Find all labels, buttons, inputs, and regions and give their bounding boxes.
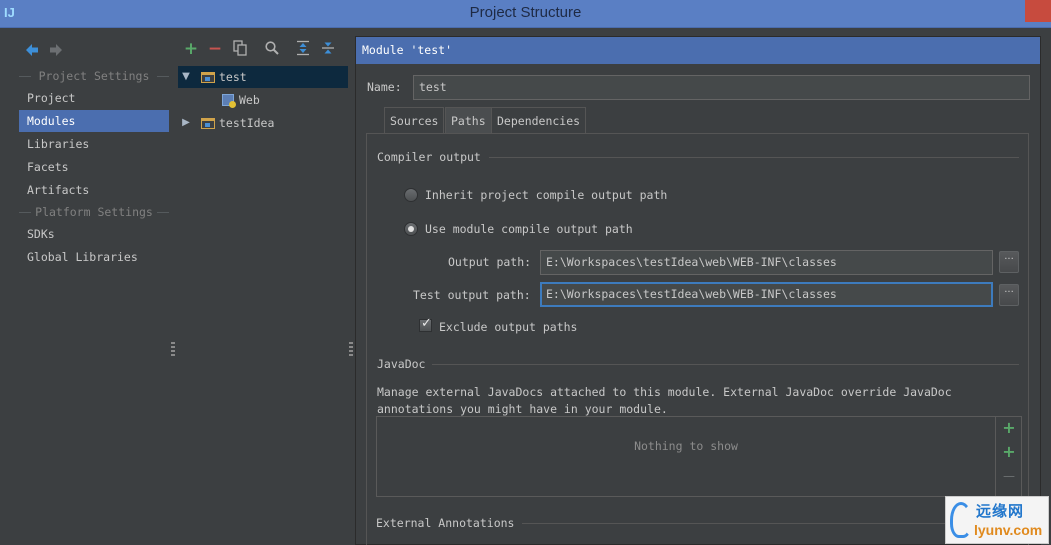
splitter-handle[interactable] (171, 342, 175, 356)
sidebar-item-modules[interactable]: Modules (19, 110, 169, 132)
add-icon[interactable]: + (182, 40, 200, 58)
splitter-handle[interactable] (349, 342, 353, 356)
platform-settings-separator: Platform Settings (19, 205, 169, 219)
javadoc-list-toolbar: + + — (995, 417, 1021, 496)
javadoc-description-line1: Manage external JavaDocs attached to thi… (377, 385, 952, 399)
module-folder-icon (201, 72, 215, 83)
collapse-arrow-icon[interactable]: ▶ (180, 112, 192, 134)
tree-node-web[interactable]: Web (178, 89, 348, 111)
group-divider (432, 364, 1019, 365)
module-tree-panel: + − ▼ test Web ▶ testIdea (178, 34, 348, 545)
sidebar-item-facets[interactable]: Facets (19, 156, 169, 178)
javadoc-list[interactable]: Nothing to show + + — (376, 416, 1022, 497)
module-folder-icon (201, 118, 215, 129)
arrow-right-icon[interactable] (48, 42, 64, 58)
remove-javadoc-icon[interactable]: — (1001, 468, 1017, 484)
use-module-output-radio[interactable] (404, 222, 418, 236)
project-settings-separator: Project Settings (19, 69, 169, 83)
add-javadoc-icon[interactable]: + (1001, 420, 1017, 436)
module-details-panel: Module 'test' Name: test Sources Paths D… (355, 36, 1041, 545)
window-title: Project Structure (469, 4, 582, 21)
exclude-output-label[interactable]: Exclude output paths (439, 320, 577, 334)
sidebar-item-artifacts[interactable]: Artifacts (19, 179, 169, 201)
output-path-field[interactable]: E:\Workspaces\testIdea\web\WEB-INF\class… (540, 250, 993, 275)
name-label: Name: (367, 80, 402, 94)
collapse-all-icon[interactable] (319, 40, 337, 58)
javadoc-title: JavaDoc (377, 357, 426, 371)
watermark-icon (950, 502, 972, 538)
javadoc-description-line2: annotations you might have in your modul… (377, 402, 668, 416)
tab-paths[interactable]: Paths (445, 107, 492, 133)
output-path-label: Output path: (448, 255, 532, 269)
inherit-output-radio[interactable] (404, 188, 418, 202)
sidebar-item-project[interactable]: Project (19, 87, 169, 109)
inherit-output-label[interactable]: Inherit project compile output path (425, 188, 667, 202)
module-header: Module 'test' (356, 37, 1040, 64)
empty-list-text: Nothing to show (634, 439, 738, 453)
sidebar-item-global-libraries[interactable]: Global Libraries (19, 246, 169, 268)
close-button[interactable] (1025, 0, 1051, 22)
checkmark-icon: ✓ (421, 316, 432, 331)
watermark-url: lyunv.com (974, 522, 1043, 538)
tree-node-label: test (219, 70, 247, 84)
expand-arrow-icon[interactable]: ▼ (180, 66, 192, 88)
tree-node-label: testIdea (219, 116, 275, 130)
output-path-browse-button[interactable]: ··· (999, 251, 1019, 273)
tree-node-testidea[interactable]: ▶ testIdea (178, 112, 348, 134)
title-bar: IJ Project Structure (0, 0, 1051, 28)
test-output-path-label: Test output path: (413, 288, 531, 302)
watermark-logo: 远缘网 lyunv.com (945, 496, 1049, 544)
sidebar-item-libraries[interactable]: Libraries (19, 133, 169, 155)
tab-sources[interactable]: Sources (384, 107, 445, 133)
watermark-title: 远缘网 (976, 502, 1025, 520)
tree-node-test[interactable]: ▼ test (178, 66, 348, 88)
tab-dependencies[interactable]: Dependencies (491, 107, 587, 133)
exclude-output-checkbox[interactable]: ✓ (419, 316, 432, 332)
add-javadoc-url-icon[interactable]: + (1001, 444, 1017, 460)
sidebar-item-sdks[interactable]: SDKs (19, 223, 169, 245)
compiler-output-title: Compiler output (377, 150, 481, 164)
external-annotations-title: External Annotations (376, 516, 515, 530)
remove-icon[interactable]: − (206, 40, 224, 58)
web-facet-icon (222, 94, 236, 108)
copy-icon[interactable] (231, 40, 249, 58)
group-divider (489, 157, 1019, 158)
use-module-output-label[interactable]: Use module compile output path (425, 222, 633, 236)
test-output-path-field[interactable]: E:\Workspaces\testIdea\web\WEB-INF\class… (540, 282, 993, 307)
settings-sidebar: Project Settings Project Modules Librari… (14, 34, 174, 545)
expand-all-icon[interactable] (294, 40, 312, 58)
tree-node-label: Web (239, 93, 260, 107)
arrow-left-icon[interactable] (24, 42, 40, 58)
test-output-path-browse-button[interactable]: ··· (999, 284, 1019, 306)
module-name-field[interactable]: test (413, 75, 1030, 100)
search-icon[interactable] (263, 40, 281, 58)
